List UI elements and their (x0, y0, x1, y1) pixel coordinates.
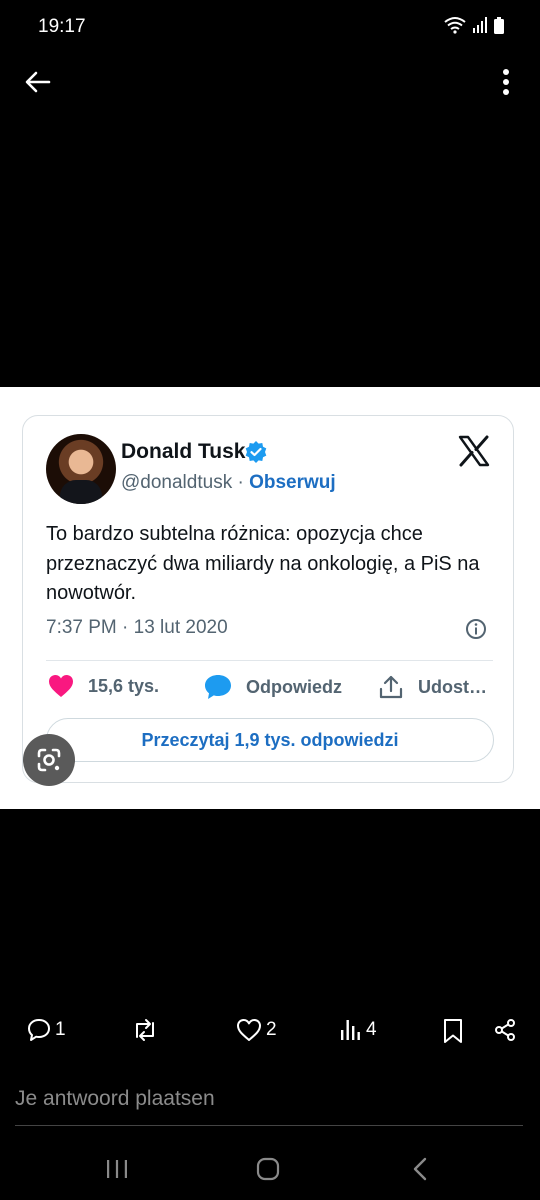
share-upload-icon (379, 675, 403, 699)
tweet-timestamp: 7:37 PM · 13 lut 2020 (46, 617, 228, 638)
views-chart-icon (341, 1020, 360, 1040)
handle-separator: · (237, 472, 244, 493)
repost-action[interactable] (132, 1018, 158, 1042)
read-replies-button: Przeczytaj 1,9 tys. odpowiedzi (46, 718, 494, 762)
repost-icon (136, 1019, 154, 1041)
author-handle: @donaldtusk (121, 472, 233, 493)
reply-input[interactable]: Je antwoord plaatsen (15, 1087, 523, 1126)
heart-icon (49, 675, 73, 697)
tweet-like-count: 15,6 tys. (88, 675, 160, 696)
media-viewer-toolbar (0, 56, 540, 108)
bookmark-action[interactable] (443, 1018, 463, 1044)
tweet-share-action: Udost… (378, 674, 487, 700)
post-actions-bar: 1 2 4 (0, 1018, 540, 1054)
share-icon (495, 1019, 515, 1041)
bookmark-icon (444, 1019, 462, 1043)
reply-bubble-icon (205, 675, 231, 699)
handle-row: @donaldtusk · Obserwuj (121, 472, 336, 494)
post-image[interactable]: Donald Tusk @donaldtusk · Obserwuj To ba… (0, 387, 540, 809)
comment-icon (28, 1019, 50, 1041)
like-count: 2 (266, 1019, 277, 1040)
reply-placeholder: Je antwoord plaatsen (15, 1087, 215, 1110)
reply-count: 1 (55, 1019, 66, 1040)
more-options-icon[interactable] (494, 66, 518, 98)
status-time: 19:17 (38, 16, 86, 37)
tweet-text: To bardzo subtelna różnica: opozycja chc… (46, 523, 480, 604)
tweet-share-label: Udost… (418, 676, 487, 697)
signal-icon (473, 17, 487, 33)
battery-icon (494, 16, 504, 34)
avatar-suit (60, 480, 102, 504)
back-arrow-icon[interactable] (22, 66, 54, 98)
info-icon (466, 619, 486, 639)
lens-icon (37, 748, 61, 772)
visual-search-button[interactable] (23, 734, 75, 786)
avatar (46, 434, 116, 504)
tweet-actions: 15,6 tys. Odpowiedz Udost… (46, 674, 496, 704)
reply-action[interactable]: 1 (27, 1018, 66, 1042)
tweet-reply-action: Odpowiedz (204, 674, 342, 700)
home-icon[interactable] (255, 1156, 281, 1182)
system-nav-bar (0, 1140, 540, 1200)
recents-icon[interactable] (104, 1156, 130, 1182)
back-icon[interactable] (408, 1156, 434, 1182)
heart-outline-icon (237, 1019, 261, 1041)
verified-badge-icon (245, 441, 267, 463)
status-icons (444, 16, 504, 34)
author-name: Donald Tusk (121, 440, 246, 463)
share-action[interactable] (493, 1018, 517, 1042)
tweet-like-action: 15,6 tys. (48, 674, 159, 698)
tweet-reply-label: Odpowiedz (246, 676, 342, 697)
tweet-card: Donald Tusk @donaldtusk · Obserwuj To ba… (22, 415, 514, 783)
view-count: 4 (366, 1019, 377, 1040)
views-action[interactable]: 4 (340, 1018, 377, 1042)
x-logo-icon (458, 435, 490, 467)
status-bar: 19:17 (0, 0, 540, 56)
wifi-icon (444, 17, 466, 34)
follow-link: Obserwuj (249, 472, 336, 493)
like-action[interactable]: 2 (236, 1018, 277, 1042)
divider (46, 660, 493, 661)
